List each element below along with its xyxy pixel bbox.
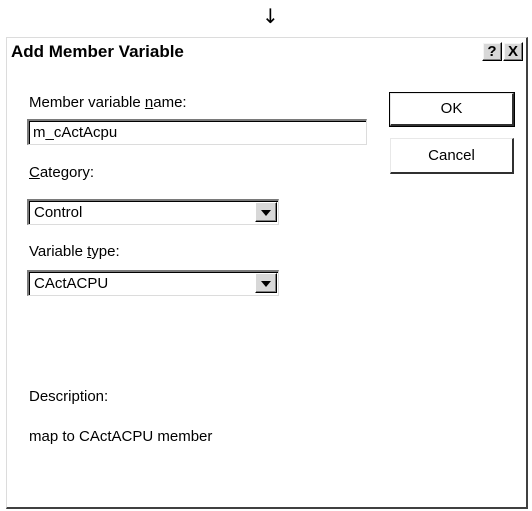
- ok-button[interactable]: OK: [389, 92, 515, 127]
- variable-type-value: CActACPU: [34, 275, 109, 292]
- variable-type-dropdown-button[interactable]: [255, 273, 277, 293]
- category-dropdown[interactable]: Control: [27, 199, 279, 225]
- description-text: map to CActACPU member: [29, 428, 213, 445]
- category-label: Category:: [29, 164, 95, 181]
- chevron-down-icon: [261, 210, 271, 216]
- help-button[interactable]: ?: [482, 42, 502, 61]
- category-value: Control: [34, 204, 83, 221]
- description-label: Description:: [29, 388, 109, 405]
- member-name-value: m_cActAcpu: [33, 124, 118, 141]
- add-member-variable-dialog: Add Member Variable ? X Member variable …: [6, 37, 528, 509]
- member-name-label: Member variable name:: [29, 94, 187, 111]
- variable-type-label: Variable type:: [29, 243, 120, 260]
- title-bar: Add Member Variable ? X: [7, 38, 526, 67]
- member-name-input[interactable]: m_cActAcpu: [27, 119, 367, 145]
- variable-type-dropdown[interactable]: CActACPU: [27, 270, 279, 296]
- dialog-title: Add Member Variable: [11, 42, 184, 61]
- cancel-button[interactable]: Cancel: [390, 138, 514, 174]
- category-dropdown-button[interactable]: [255, 202, 277, 222]
- down-arrow-icon: ↓: [262, 4, 279, 28]
- chevron-down-icon: [261, 281, 271, 287]
- close-button[interactable]: X: [503, 42, 523, 61]
